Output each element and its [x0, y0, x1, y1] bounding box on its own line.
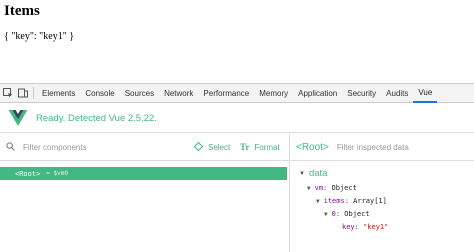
- select-component-button[interactable]: Select: [193, 141, 231, 153]
- select-label: Select: [208, 143, 231, 152]
- inspector-pane: <Root> Filter inspected data ▼ data ▼ vm:…: [291, 134, 474, 252]
- toolbar-divider: [33, 87, 34, 99]
- data-row-index[interactable]: ▼ 0: Object: [324, 210, 370, 218]
- property-key: key:: [342, 223, 359, 231]
- tab-application[interactable]: Application: [293, 84, 342, 103]
- property-type: Array[1]: [353, 197, 387, 205]
- expand-triangle-icon: ▼: [316, 198, 320, 205]
- root-component-name: <Root>: [15, 169, 41, 178]
- device-toolbar-icon[interactable]: [15, 84, 30, 103]
- target-icon: [193, 141, 204, 153]
- tab-vue[interactable]: Vue: [413, 84, 438, 103]
- tab-performance[interactable]: Performance: [198, 84, 254, 103]
- property-type: Object: [331, 184, 357, 192]
- property-key: 0:: [331, 210, 341, 218]
- inspected-component-name: <Root>: [296, 141, 329, 153]
- tab-elements[interactable]: Elements: [37, 84, 80, 103]
- components-pane: Filter components Select Tr Format <Root…: [0, 134, 290, 252]
- format-toggle-button[interactable]: Tr Format: [240, 142, 280, 152]
- components-filter-placeholder: Filter components: [23, 142, 87, 152]
- data-row-items[interactable]: ▼ items: Array[1]: [316, 197, 387, 205]
- search-icon: [6, 141, 15, 153]
- data-section-header[interactable]: ▼ data: [299, 168, 327, 179]
- inspector-header: <Root> Filter inspected data: [291, 134, 474, 161]
- vue-logo-icon: [8, 110, 28, 126]
- expand-triangle-icon: ▼: [324, 211, 328, 218]
- json-output: { "key": "key1" }: [4, 31, 75, 42]
- tab-console[interactable]: Console: [80, 84, 119, 103]
- property-key: vm:: [314, 184, 328, 192]
- property-key: items:: [323, 197, 349, 205]
- devtools-panel: Elements Console Sources Network Perform…: [0, 83, 474, 252]
- expand-triangle-icon: ▼: [307, 185, 311, 192]
- inspector-filter-input[interactable]: Filter inspected data: [337, 143, 409, 152]
- text-format-icon: Tr: [240, 142, 250, 152]
- vue-status-bar: Ready. Detected Vue 2.5.22.: [0, 104, 474, 133]
- tab-memory[interactable]: Memory: [254, 84, 293, 103]
- tab-audits[interactable]: Audits: [381, 84, 413, 103]
- tab-network[interactable]: Network: [159, 84, 198, 103]
- property-type: Object: [344, 210, 370, 218]
- devtools-tab-bar: Elements Console Sources Network Perform…: [0, 84, 474, 103]
- page-heading: Items: [4, 3, 40, 19]
- data-row-vm[interactable]: ▼ vm: Object: [307, 184, 357, 192]
- property-value: "key1": [363, 223, 389, 231]
- tab-sources[interactable]: Sources: [120, 84, 159, 103]
- vue-status-message: Ready. Detected Vue 2.5.22.: [36, 112, 157, 124]
- component-tree-root[interactable]: <Root> = $vm0: [0, 167, 287, 180]
- inspect-element-icon[interactable]: [0, 84, 15, 103]
- format-label: Format: [254, 142, 280, 152]
- root-vm-label: = $vm0: [46, 170, 68, 177]
- collapse-triangle-icon: ▼: [299, 170, 305, 177]
- data-row-key[interactable]: key: "key1": [342, 223, 388, 231]
- tab-security[interactable]: Security: [342, 84, 381, 103]
- data-section-label: data: [308, 168, 328, 179]
